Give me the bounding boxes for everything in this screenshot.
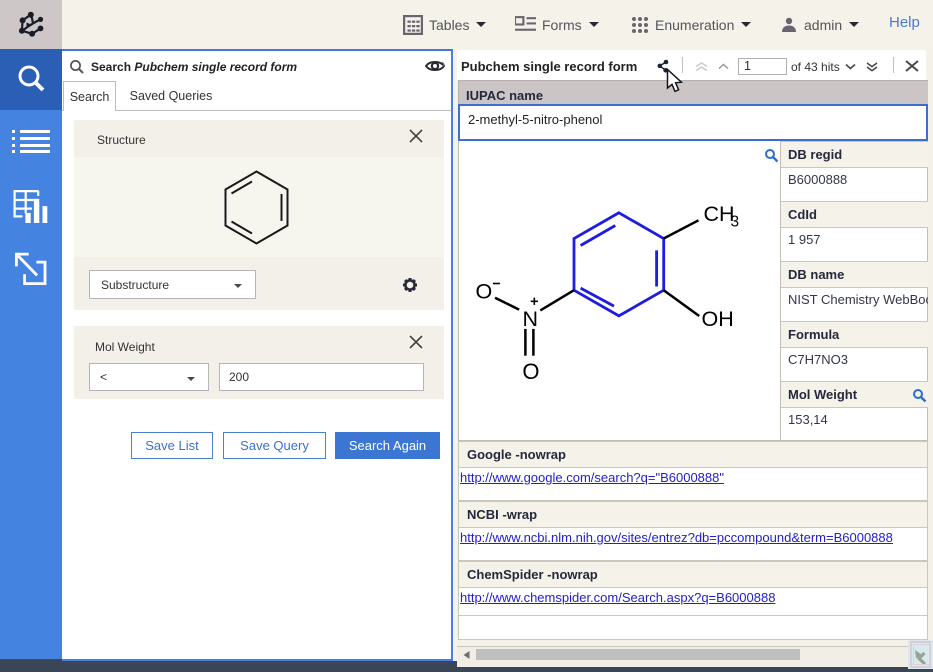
svg-text:OH: OH	[702, 307, 734, 331]
svg-text:3: 3	[731, 214, 740, 231]
svg-text:O: O	[476, 280, 493, 304]
svg-text:O: O	[522, 359, 539, 384]
svg-text:N: N	[523, 307, 539, 331]
